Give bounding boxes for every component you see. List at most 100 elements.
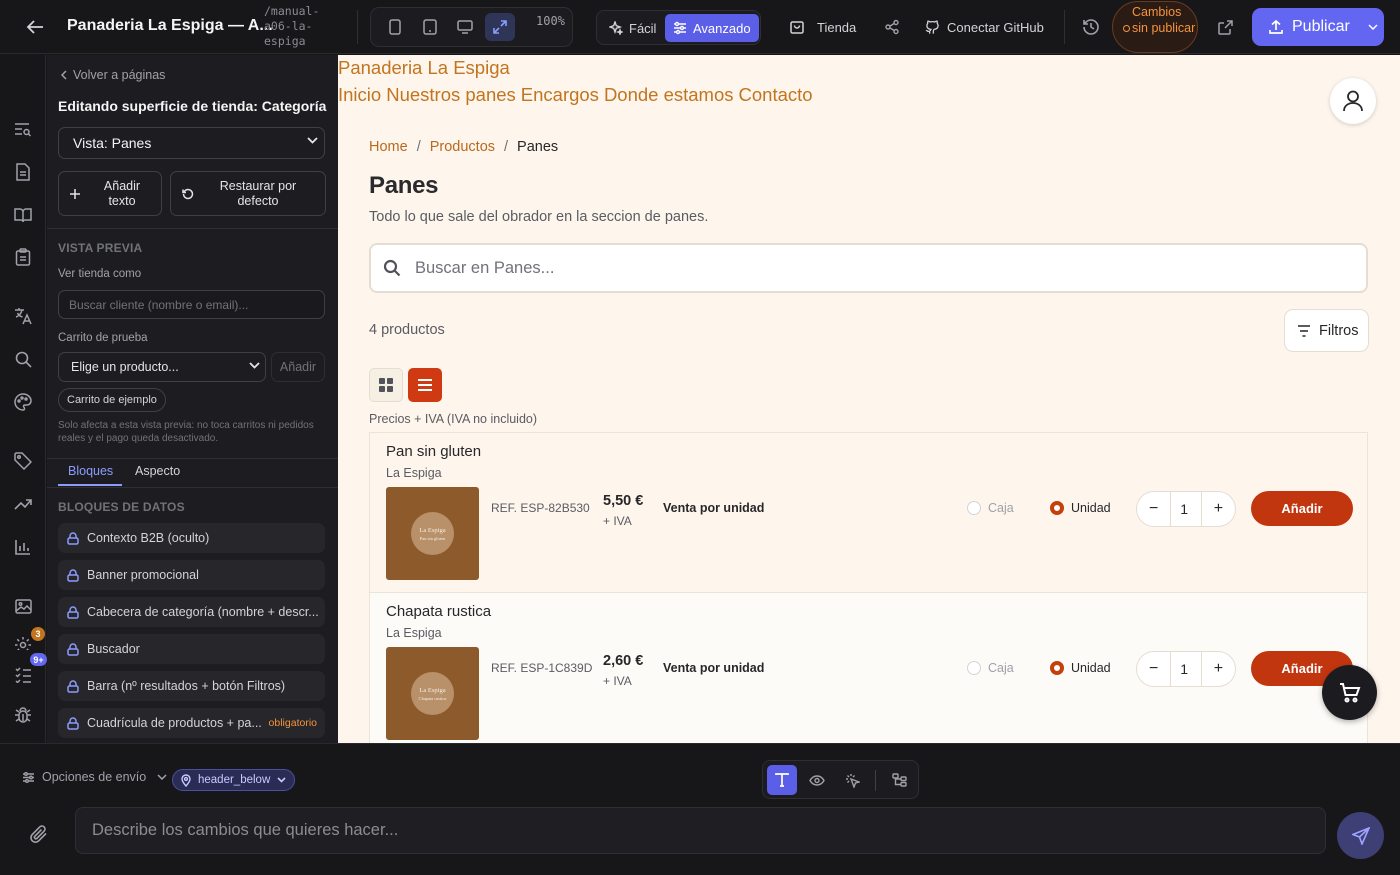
fullscreen-icon[interactable] xyxy=(485,13,515,41)
tag-icon[interactable] xyxy=(12,450,34,472)
mode-advanced-button[interactable]: Avanzado xyxy=(665,14,759,42)
location-tag[interactable]: header_below xyxy=(172,769,296,791)
sample-cart-button[interactable]: Carrito de ejemplo xyxy=(58,388,166,412)
product-price: 2,60 € xyxy=(603,653,644,669)
nav-link-orders[interactable]: Encargos xyxy=(521,84,599,106)
unsaved-changes-badge[interactable]: Cambios sin publicar xyxy=(1112,1,1198,53)
quantity-input[interactable]: 1 xyxy=(1170,492,1202,526)
product-name[interactable]: Pan sin gluten xyxy=(386,443,481,460)
restore-defaults-button[interactable]: Restaurar por defecto xyxy=(170,171,326,216)
document-icon[interactable] xyxy=(12,161,34,183)
option-box-radio[interactable]: Caja xyxy=(967,501,1014,515)
tablet-device-icon[interactable] xyxy=(415,13,445,41)
image-icon[interactable] xyxy=(12,595,34,617)
view-select[interactable]: Vista: Panes xyxy=(58,127,325,159)
quantity-stepper: − 1 + xyxy=(1136,491,1236,527)
text-mode-icon[interactable] xyxy=(767,765,797,795)
category-title: Panes xyxy=(369,172,439,199)
add-text-button[interactable]: Añadir texto xyxy=(58,171,162,216)
tab-blocks[interactable]: Bloques xyxy=(68,464,113,478)
increase-button[interactable]: + xyxy=(1202,660,1235,678)
search-icon[interactable] xyxy=(12,348,34,370)
nav-link-home[interactable]: Inicio xyxy=(338,84,381,106)
clipboard-icon[interactable] xyxy=(12,246,34,268)
share-icon[interactable] xyxy=(878,13,906,41)
grid-view-icon[interactable] xyxy=(369,368,403,402)
product-image-seal: La Espiga Pan sin gluten xyxy=(411,512,454,555)
sliders-icon xyxy=(673,21,687,35)
product-search-input[interactable]: Buscar en Panes... xyxy=(369,243,1368,293)
data-block[interactable]: Cuadrícula de productos + pa... obligato… xyxy=(58,708,325,738)
breadcrumb-products[interactable]: Productos xyxy=(430,139,495,155)
prompt-input[interactable]: Describe los cambios que quieres hacer..… xyxy=(75,807,1326,854)
breadcrumb: Home / Productos / Panes xyxy=(369,139,558,155)
store-button[interactable]: Tienda xyxy=(789,10,856,44)
bug-icon[interactable] xyxy=(12,704,34,726)
publish-label: Publicar xyxy=(1292,18,1350,35)
palette-icon[interactable] xyxy=(12,391,34,413)
filters-button[interactable]: Filtros xyxy=(1284,309,1369,352)
translate-icon[interactable] xyxy=(12,305,34,327)
lock-icon xyxy=(67,679,79,693)
option-box-radio[interactable]: Caja xyxy=(967,661,1014,675)
decrease-button[interactable]: − xyxy=(1137,500,1170,518)
mobile-device-icon[interactable] xyxy=(380,13,410,41)
product-image[interactable]: La Espiga Chapata rustica xyxy=(386,647,479,740)
mode-switcher: Fácil Avanzado xyxy=(596,10,761,45)
option-unit-radio[interactable]: Unidad xyxy=(1050,501,1111,515)
eye-icon[interactable] xyxy=(802,765,832,795)
nav-link-breads[interactable]: Nuestros panes xyxy=(386,84,516,106)
pointer-select-icon[interactable] xyxy=(837,765,867,795)
product-image[interactable]: La Espiga Pan sin gluten xyxy=(386,487,479,580)
paperclip-icon[interactable] xyxy=(29,824,49,844)
lock-icon xyxy=(67,531,79,545)
product-name[interactable]: Chapata rustica xyxy=(386,603,491,620)
option-unit-radio[interactable]: Unidad xyxy=(1050,661,1111,675)
data-block[interactable]: Barra (nº resultados + botón Filtros) xyxy=(58,671,325,701)
product-tax: + IVA xyxy=(603,674,632,688)
view-select-value: Vista: Panes xyxy=(73,135,152,151)
data-block[interactable]: Banner promocional xyxy=(58,560,325,590)
connect-github-button[interactable]: Conectar GitHub xyxy=(924,10,1044,44)
user-account-icon[interactable] xyxy=(1330,78,1376,124)
desktop-device-icon[interactable] xyxy=(450,13,480,41)
store-preview: Panaderia La Espiga Inicio Nuestros pane… xyxy=(338,55,1400,743)
external-link-icon[interactable] xyxy=(1211,13,1239,41)
add-to-cart-button[interactable]: Añadir xyxy=(1251,491,1353,526)
trending-icon[interactable] xyxy=(12,493,34,515)
cart-icon[interactable] xyxy=(1322,665,1377,720)
data-block[interactable]: Buscador xyxy=(58,634,325,664)
quantity-input[interactable]: 1 xyxy=(1170,652,1202,686)
chevron-down-icon xyxy=(1368,24,1378,30)
list-view-icon[interactable] xyxy=(408,368,442,402)
breadcrumb-home[interactable]: Home xyxy=(369,139,408,155)
preview-note: Solo afecta a esta vista previa: no toca… xyxy=(58,420,314,444)
upload-icon xyxy=(1268,19,1284,35)
bar-chart-icon[interactable] xyxy=(12,536,34,558)
nav-link-location[interactable]: Donde estamos xyxy=(604,84,734,106)
decrease-button[interactable]: − xyxy=(1137,660,1170,678)
add-product-button[interactable]: Añadir xyxy=(271,352,325,382)
breadcrumb-separator: / xyxy=(416,139,421,155)
product-select[interactable]: Elige un producto... xyxy=(58,352,266,382)
search-list-icon[interactable] xyxy=(12,119,34,141)
settings-icon[interactable] xyxy=(12,636,34,650)
site-brand[interactable]: Panaderia La Espiga xyxy=(338,57,510,79)
send-icon[interactable] xyxy=(1337,812,1384,859)
tab-appearance[interactable]: Aspecto xyxy=(135,464,180,478)
send-options-toggle[interactable]: Opciones de envío xyxy=(22,770,167,784)
data-block[interactable]: Cabecera de categoría (nombre + descr... xyxy=(58,597,325,627)
component-tree-icon[interactable] xyxy=(884,765,914,795)
history-icon[interactable] xyxy=(1077,13,1105,41)
checklist-icon[interactable] xyxy=(12,664,34,686)
active-tab-indicator xyxy=(58,484,122,486)
back-arrow-icon[interactable] xyxy=(22,15,48,39)
back-to-pages-link[interactable]: Volver a páginas xyxy=(61,68,165,82)
publish-button[interactable]: Publicar xyxy=(1252,8,1384,46)
data-block[interactable]: Contexto B2B (oculto) xyxy=(58,523,325,553)
mode-easy-button[interactable]: Fácil xyxy=(601,14,664,42)
book-icon[interactable] xyxy=(12,204,34,226)
nav-link-contact[interactable]: Contacto xyxy=(739,84,813,106)
increase-button[interactable]: + xyxy=(1202,500,1235,518)
customer-search-input[interactable]: Buscar cliente (nombre o email)... xyxy=(58,290,325,319)
